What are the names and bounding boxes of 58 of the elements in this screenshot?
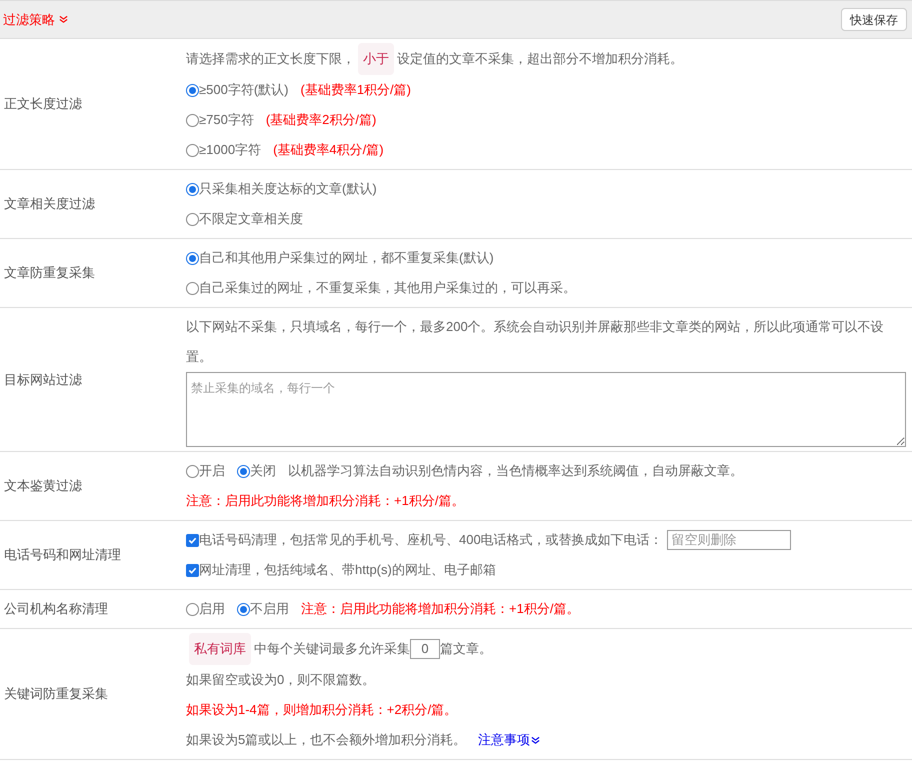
- section-title: 过滤策略: [3, 10, 55, 29]
- description-text: 如果设为5篇或以上，也不会额外增加积分消耗。: [186, 731, 466, 749]
- setting-label: 目标网站过滤: [4, 370, 82, 389]
- radio-button[interactable]: [186, 144, 199, 156]
- radio-button[interactable]: [186, 182, 199, 196]
- setting-label: 公司机构名称清理: [4, 600, 108, 618]
- radio-button[interactable]: [237, 464, 250, 478]
- radio-option[interactable]: 自己采集过的网址，不重复采集，其他用户采集过的，可以再采。: [186, 273, 576, 303]
- description-text: 中每个关键词最多允许采集: [254, 640, 410, 658]
- description-text: 篇文章。: [440, 640, 492, 658]
- description-text: 以机器学习算法自动识别色情内容，当色情概率达到系统阈值，自动屏蔽文章。: [288, 462, 743, 480]
- cost-note: (基础费率4积分/篇): [273, 141, 384, 159]
- radio-option[interactable]: 开启: [186, 456, 225, 486]
- description-text: 设定值的文章不采集，超出部分不增加积分消耗。: [397, 50, 683, 68]
- description-text: 如果留空或设为0，则不限篇数。: [186, 671, 376, 689]
- description-text: 请选择需求的正文长度下限，: [186, 50, 355, 68]
- cost-note: 如果设为1-4篇，则增加积分消耗：+2积分/篇。: [186, 701, 458, 719]
- phone-input-field[interactable]: 留空则删除: [666, 530, 791, 550]
- double-chevron-icon: [531, 736, 540, 744]
- radio-option[interactable]: 不启用: [237, 594, 289, 624]
- checkbox[interactable]: [186, 564, 199, 576]
- radio-option[interactable]: 启用: [186, 594, 225, 624]
- checkbox-option[interactable]: 电话号码清理，包括常见的手机号、座机号、400电话格式，或替换成如下电话：: [186, 525, 663, 555]
- cost-note: (基础费率2积分/篇): [266, 111, 376, 129]
- cost-note: 注意：启用此功能将增加积分消耗：+1积分/篇。: [186, 492, 464, 510]
- radio-button[interactable]: [186, 252, 199, 264]
- setting-label: 文章防重复采集: [4, 264, 95, 282]
- setting-label: 文章相关度过滤: [4, 195, 95, 214]
- description-text: 以下网站不采集，只填域名，每行一个，最多200个。系统会自动识别并屏蔽那些非文章类的网站，所以此项通常可以不设置。: [186, 318, 885, 366]
- radio-option[interactable]: 关闭: [237, 456, 276, 486]
- cost-note: 注意：启用此功能将增加积分消耗：+1积分/篇。: [301, 600, 580, 618]
- radio-option[interactable]: ≥1000字符: [186, 135, 262, 165]
- radio-option[interactable]: ≥500字符(默认): [186, 75, 288, 105]
- radio-button[interactable]: [186, 84, 199, 96]
- radio-option[interactable]: ≥750字符: [186, 105, 254, 135]
- highlight-tag: 私有词库: [189, 633, 251, 665]
- cost-note: (基础费率1积分/篇): [300, 81, 411, 99]
- radio-option[interactable]: 自己和其他用户采集过的网址，都不重复采集(默认): [186, 243, 494, 273]
- setting-label: 正文长度过滤: [4, 95, 82, 114]
- setting-label: 文本鉴黄过滤: [4, 477, 82, 496]
- count-input-field[interactable]: 0: [410, 639, 440, 659]
- radio-option[interactable]: 只采集相关度达标的文章(默认): [186, 174, 377, 204]
- setting-label: 关键词防重复采集: [4, 685, 108, 704]
- setting-label: 电话号码和网址清理: [4, 546, 121, 564]
- checkbox[interactable]: [186, 534, 199, 546]
- double-chevron-icon: [59, 15, 68, 24]
- quick-save-button[interactable]: 快速保存: [841, 8, 907, 31]
- radio-button[interactable]: [186, 602, 199, 616]
- domain-textarea[interactable]: 禁止采集的域名，每行一个: [186, 372, 906, 447]
- highlight-tag: 小于: [358, 43, 394, 75]
- radio-option[interactable]: 不限定文章相关度: [186, 204, 303, 234]
- checkbox-option[interactable]: 网址清理，包括纯域名、带http(s)的网址、电子邮箱: [186, 555, 496, 585]
- radio-button[interactable]: [186, 114, 199, 126]
- radio-button[interactable]: [237, 602, 250, 616]
- notes-link[interactable]: 注意事项: [478, 725, 540, 755]
- radio-button[interactable]: [186, 212, 199, 226]
- radio-button[interactable]: [186, 464, 199, 478]
- radio-button[interactable]: [186, 282, 199, 294]
